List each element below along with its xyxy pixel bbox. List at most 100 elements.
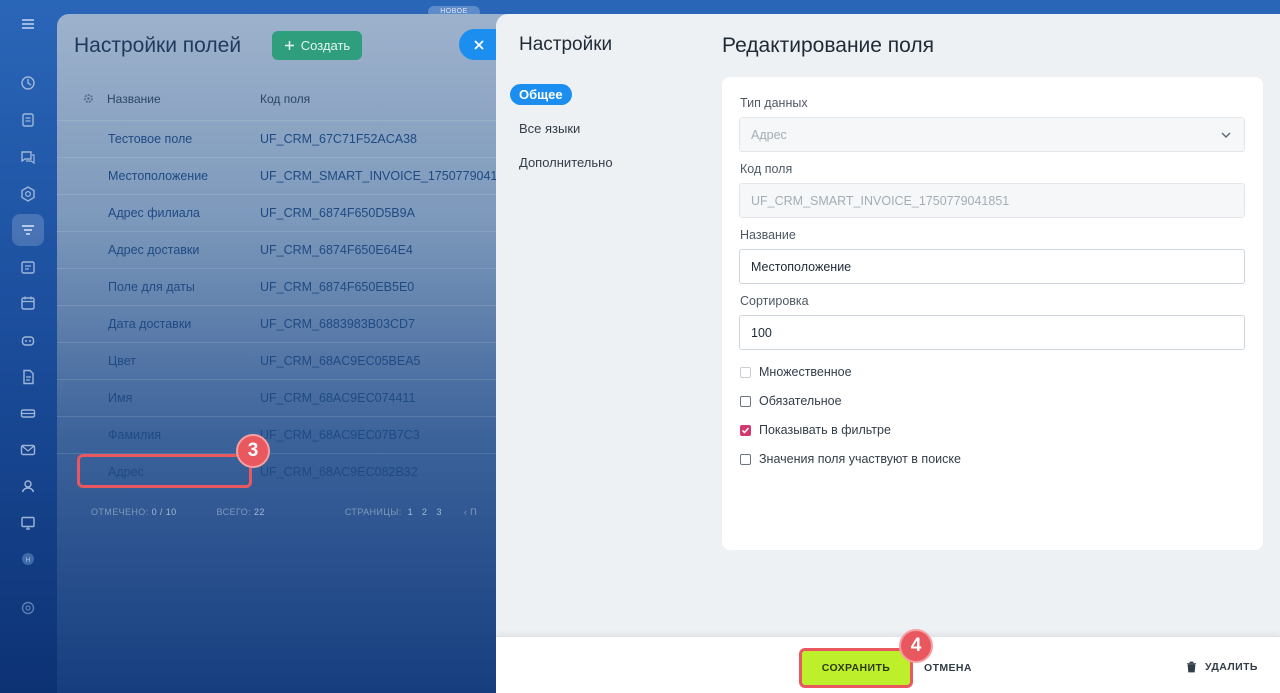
create-button[interactable]: Создать [272,31,362,60]
column-code-header[interactable]: Код поля [260,92,310,106]
page-link[interactable]: 3 [436,507,441,517]
plus-icon [284,41,294,50]
name-field[interactable]: Местоположение [739,249,1245,284]
left-sidebar: H [0,0,56,693]
create-button-label: Создать [300,38,351,53]
sort-label: Сортировка [740,294,809,308]
pages-label: СТРАНИЦЫ: [344,507,402,517]
checkbox[interactable] [740,453,751,465]
name-label: Название [740,228,796,242]
delete-button[interactable]: УДАЛИТЬ [1186,661,1258,673]
table-row[interactable]: Фамилия UF_CRM_68AC9EC07B7C3 [57,416,517,453]
checkbox-searchable[interactable]: Значения поля участвуют в поиске [740,452,961,466]
total-count-label: ВСЕГО: [216,507,252,517]
checkbox-label: Обязательное [759,394,842,408]
field-name[interactable]: Дата доставки [108,317,191,331]
crm-filter-icon[interactable] [12,214,44,246]
table-row[interactable]: Адрес доставки UF_CRM_6874F650E64E4 [57,231,517,268]
field-name[interactable]: Фамилия [108,428,161,442]
avatar-icon[interactable]: H [12,543,44,575]
checkbox-required[interactable]: Обязательное [740,394,842,408]
document-icon[interactable] [12,361,44,393]
sort-field[interactable]: 100 [739,315,1245,350]
page-link[interactable]: 1 [408,507,413,517]
checkbox-multiple[interactable]: Множественное [740,365,852,379]
code-field: UF_CRM_SMART_INVOICE_1750779041851 [739,183,1245,218]
check-icon [741,427,750,434]
checkbox-label: Множественное [759,365,852,379]
field-name[interactable]: Имя [108,391,132,405]
field-code: UF_CRM_68AC9EC05BEA5 [260,354,421,368]
page-link[interactable]: 2 [422,507,427,517]
delete-button-label: УДАЛИТЬ [1205,661,1258,673]
checkbox[interactable] [740,424,751,436]
highlight-address-row [77,454,252,488]
step-marker-3: 3 [236,434,270,468]
cancel-button[interactable]: ОТМЕНА [924,662,972,674]
selected-count-label: ОТМЕЧЕНО: [91,507,149,517]
fields-settings-page: Настройки полей Создать Название Код пол… [57,14,517,693]
trash-icon [1187,661,1196,673]
tab-additional[interactable]: Дополнительно [510,152,622,173]
data-type-value: Адрес [751,127,787,142]
code-value: UF_CRM_SMART_INVOICE_1750779041851 [751,193,1010,208]
users-icon[interactable] [12,470,44,502]
prev-page-link[interactable]: ‹ П [464,507,477,517]
robot-icon[interactable] [12,324,44,356]
calendar-icon[interactable] [12,287,44,319]
data-type-select[interactable]: Адрес [739,117,1245,152]
field-code: UF_CRM_6874F650D5B9A [260,206,415,220]
table-row[interactable]: Цвет UF_CRM_68AC9EC05BEA5 [57,342,517,379]
field-code: UF_CRM_68AC9EC082B32 [260,465,418,479]
svg-text:H: H [25,556,30,564]
field-name[interactable]: Местоположение [108,169,208,183]
storage-icon[interactable] [12,397,44,429]
menu-icon[interactable] [12,8,44,40]
field-code: UF_CRM_67C71F52ACA38 [260,132,418,146]
field-name[interactable]: Адрес доставки [108,243,199,257]
settings-panel: Настройки Общее Все языки Дополнительно … [496,14,1280,693]
table-row[interactable]: Имя UF_CRM_68AC9EC074411 [57,379,517,416]
sort-value: 100 [751,325,772,340]
table-row[interactable]: Тестовое поле UF_CRM_67C71F52ACA38 [57,120,517,157]
hexagon-icon[interactable] [12,178,44,210]
page-title: Настройки полей [74,34,242,57]
settings-icon[interactable] [12,592,44,624]
tasks-icon[interactable] [12,104,44,136]
column-name-header[interactable]: Название [107,92,161,106]
field-code: UF_CRM_6883983B03CD7 [260,317,415,331]
edit-field-card: Тип данных Адрес Код поля UF_CRM_SMART_I… [722,77,1263,550]
code-label: Код поля [740,162,793,176]
table-row[interactable]: Адрес филиала UF_CRM_6874F650D5B9A [57,194,517,231]
screen-icon[interactable] [12,507,44,539]
tab-general[interactable]: Общее [510,84,572,105]
data-type-label: Тип данных [740,96,808,110]
tab-all-languages[interactable]: Все языки [510,118,589,139]
field-code: UF_CRM_SMART_INVOICE_1750779041851 [260,169,517,183]
checkbox-label: Значения поля участвуют в поиске [759,452,961,466]
field-code: UF_CRM_6874F650E64E4 [260,243,413,257]
total-count: 22 [254,507,265,517]
checkbox[interactable] [740,395,751,407]
table-row[interactable]: Дата доставки UF_CRM_6883983B03CD7 [57,305,517,342]
field-name[interactable]: Поле для даты [108,280,195,294]
prev-page-label: П [470,507,478,517]
field-name[interactable]: Цвет [108,354,136,368]
chat-icon[interactable] [12,141,44,173]
close-panel-button[interactable] [459,29,499,60]
name-value: Местоположение [751,259,852,274]
checkbox-show-in-filter[interactable]: Показывать в фильтре [740,423,891,437]
table-row[interactable]: Местоположение UF_CRM_SMART_INVOICE_17507… [57,157,517,194]
field-name[interactable]: Тестовое поле [108,132,192,146]
field-code: UF_CRM_6874F650EB5E0 [260,280,415,294]
highlight-save-button [799,648,913,688]
checkbox[interactable] [740,366,751,378]
activity-icon[interactable] [12,67,44,99]
mail-icon[interactable] [12,434,44,466]
field-name[interactable]: Адрес филиала [108,206,200,220]
table-row[interactable]: Поле для даты UF_CRM_6874F650EB5E0 [57,268,517,305]
checkbox-label: Показывать в фильтре [759,423,891,437]
calendar-list-icon[interactable] [12,251,44,283]
field-code: UF_CRM_68AC9EC07B7C3 [260,428,420,442]
gear-icon[interactable] [82,92,95,105]
